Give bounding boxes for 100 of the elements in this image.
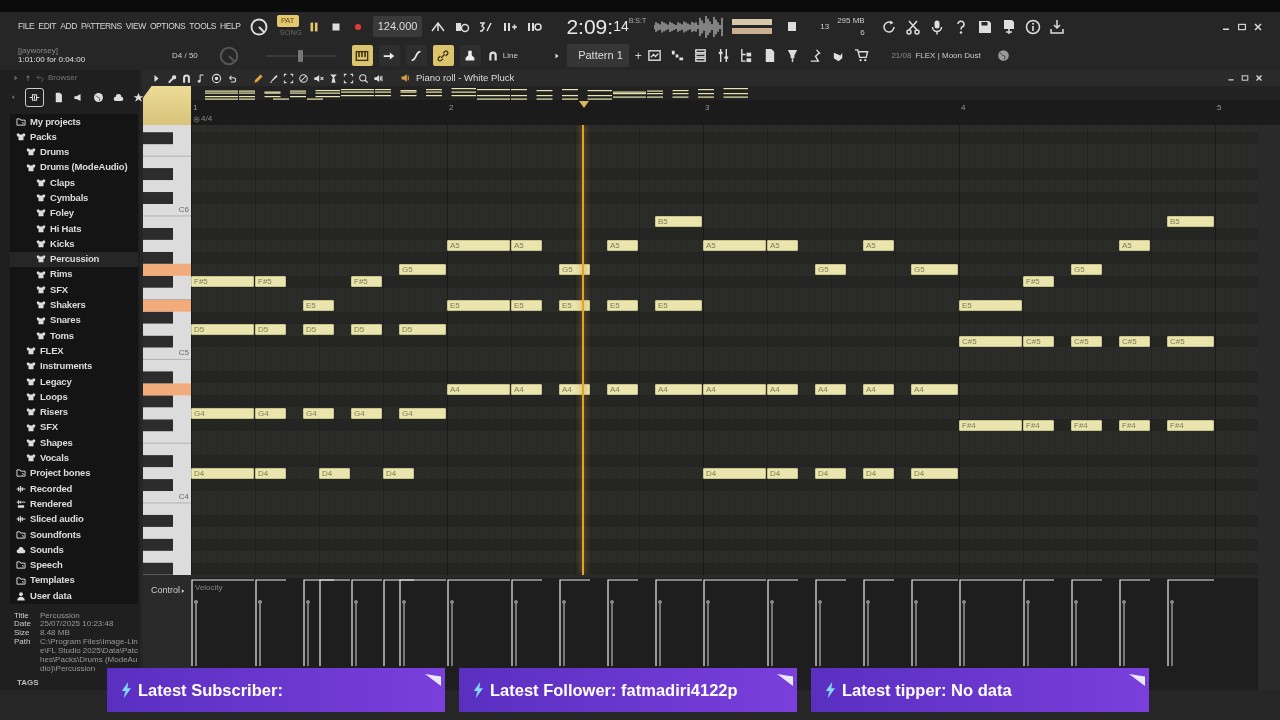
note[interactable]: C#5: [1167, 336, 1214, 347]
note[interactable]: D4: [863, 467, 894, 479]
note[interactable]: D5: [399, 324, 446, 336]
browser-item[interactable]: Drums (ModeAudio): [10, 159, 138, 176]
note[interactable]: G5: [815, 264, 846, 276]
note[interactable]: G5: [399, 264, 446, 276]
note[interactable]: D5: [303, 324, 334, 336]
note[interactable]: D5: [351, 324, 382, 336]
master-knob-icon[interactable]: [248, 16, 269, 37]
cart-icon[interactable]: [854, 48, 870, 63]
note[interactable]: D4: [767, 467, 798, 479]
menu-item[interactable]: PATTERNS: [80, 20, 122, 33]
note[interactable]: A4: [911, 383, 958, 395]
note[interactable]: E5: [959, 300, 1022, 312]
browser-item[interactable]: Project bones: [10, 465, 138, 482]
browser-item[interactable]: Snares: [10, 312, 138, 329]
note[interactable]: G4: [191, 407, 254, 419]
browser-item[interactable]: Drums: [10, 144, 138, 160]
browser-item[interactable]: Sliced audio: [10, 511, 138, 527]
browser-item[interactable]: Speech: [10, 557, 138, 573]
menu-item[interactable]: VIEW: [125, 20, 146, 33]
note[interactable]: D5: [255, 324, 286, 336]
undo-icon[interactable]: [880, 18, 897, 35]
note[interactable]: G4: [351, 407, 382, 419]
tempo-field[interactable]: 124.000: [372, 16, 423, 37]
select-icon[interactable]: [343, 72, 354, 84]
note[interactable]: G5: [911, 264, 958, 276]
note[interactable]: B5: [1167, 216, 1214, 228]
add-pattern-button[interactable]: +: [634, 46, 642, 65]
velocity-lane-drawing[interactable]: [191, 578, 1215, 666]
browser-item[interactable]: Packs: [10, 129, 138, 145]
note[interactable]: A5: [863, 240, 894, 252]
note[interactable]: A4: [447, 383, 510, 395]
browser-item[interactable]: Legacy: [10, 374, 138, 390]
menu-item[interactable]: ADD: [60, 20, 77, 33]
piano-keyboard-drawing[interactable]: [143, 125, 191, 575]
browser-item[interactable]: Foley: [10, 205, 138, 222]
browser-item[interactable]: Sounds: [10, 542, 138, 558]
maximize-icon[interactable]: [1240, 73, 1250, 83]
note[interactable]: A5: [447, 240, 510, 252]
note[interactable]: F#5: [1023, 276, 1054, 288]
note[interactable]: E5: [511, 300, 542, 312]
note-icon[interactable]: [196, 72, 207, 84]
note[interactable]: G4: [303, 407, 334, 419]
browser-item[interactable]: Soundfonts: [10, 527, 138, 543]
speaker-icon[interactable]: [400, 72, 412, 84]
info-icon[interactable]: [1024, 18, 1041, 35]
piano-roll-icon[interactable]: [670, 48, 686, 63]
close-icon[interactable]: [1254, 73, 1264, 83]
browser-item[interactable]: Instruments: [10, 358, 138, 375]
save-icon[interactable]: [976, 18, 993, 35]
arrow-button[interactable]: [378, 45, 400, 66]
note[interactable]: G5: [559, 264, 590, 276]
browser-item[interactable]: Toms: [10, 328, 138, 344]
note[interactable]: C#5: [1023, 336, 1054, 347]
note[interactable]: D4: [191, 467, 254, 479]
browser-item[interactable]: User data: [10, 588, 138, 604]
note[interactable]: D4: [911, 467, 958, 479]
note[interactable]: D4: [383, 467, 414, 479]
note[interactable]: F#4: [959, 419, 1022, 431]
download-icon[interactable]: [1048, 18, 1065, 35]
note[interactable]: A4: [655, 383, 702, 395]
menu-item[interactable]: HELP: [220, 20, 241, 33]
note[interactable]: F#5: [351, 276, 382, 288]
control-arrow-icon[interactable]: [180, 587, 186, 594]
up-icon[interactable]: [24, 74, 32, 82]
all-tab[interactable]: [25, 87, 44, 107]
browser-item[interactable]: Recorded: [10, 481, 138, 497]
note[interactable]: C#5: [1119, 336, 1150, 347]
magnet-icon[interactable]: [181, 72, 192, 84]
note[interactable]: G5: [1071, 264, 1102, 276]
note[interactable]: D4: [319, 467, 350, 479]
pencil-icon[interactable]: [253, 72, 264, 84]
playhead-marker[interactable]: [579, 101, 590, 108]
note[interactable]: A4: [511, 383, 542, 395]
browser-item[interactable]: Risers: [10, 404, 138, 420]
note[interactable]: D4: [703, 467, 766, 479]
note[interactable]: D4: [255, 467, 286, 479]
scroll-left-icon[interactable]: [10, 94, 16, 100]
menu-item[interactable]: OPTIONS: [149, 20, 186, 33]
brush-icon[interactable]: [268, 72, 279, 84]
note[interactable]: E5: [559, 300, 590, 312]
browser-item[interactable]: SFX: [10, 282, 138, 298]
stamp-button[interactable]: [459, 45, 481, 66]
close-icon[interactable]: [1252, 20, 1264, 33]
note[interactable]: C#5: [1071, 336, 1102, 347]
playhead-line[interactable]: [582, 125, 585, 575]
note[interactable]: A4: [815, 383, 846, 395]
playlist-icon[interactable]: [647, 48, 663, 63]
note-grid[interactable]: [191, 125, 1258, 575]
browser-item[interactable]: Hi Hats: [10, 221, 138, 237]
note[interactable]: B5: [655, 216, 702, 228]
note[interactable]: G4: [399, 407, 446, 419]
note[interactable]: A5: [1119, 240, 1150, 252]
channel-rack-icon[interactable]: [693, 48, 709, 63]
note[interactable]: A5: [703, 240, 766, 252]
note[interactable]: F#4: [1023, 419, 1054, 431]
document-tab-icon[interactable]: [53, 91, 64, 103]
globe-tab-icon[interactable]: [93, 91, 104, 103]
cloud-tab-icon[interactable]: [113, 91, 124, 103]
